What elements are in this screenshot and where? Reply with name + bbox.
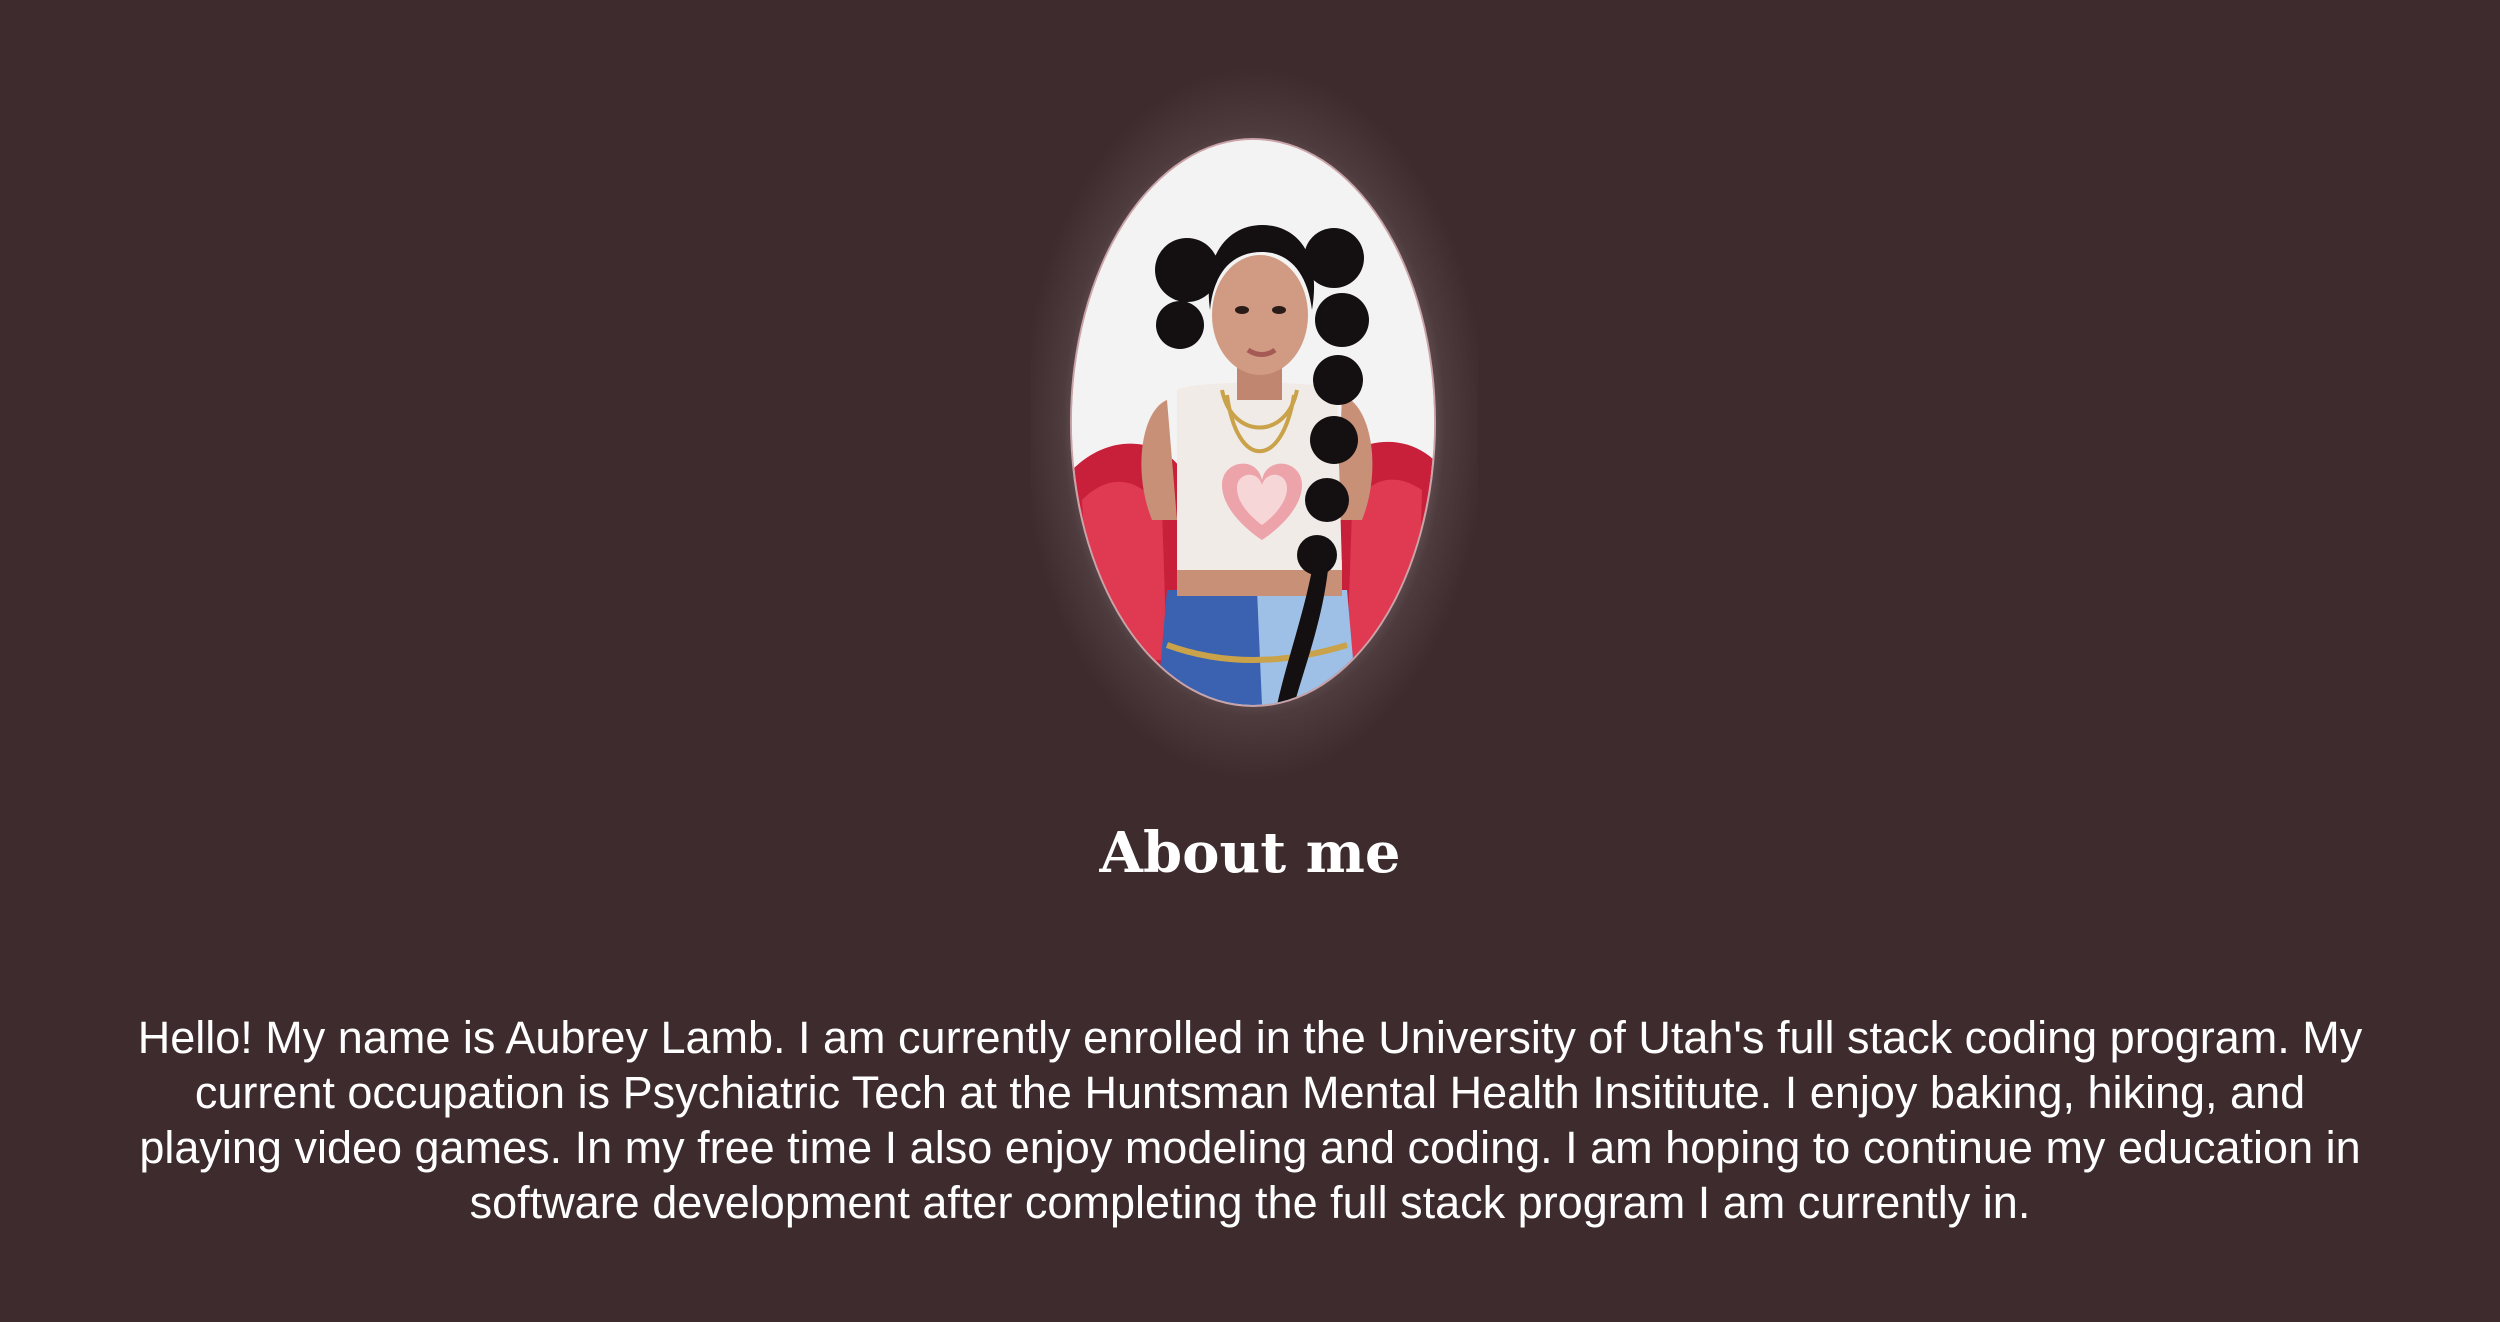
portrait-illustration bbox=[1072, 140, 1434, 705]
about-bio: Hello! My name is Aubrey Lamb. I am curr… bbox=[137, 1012, 2363, 1228]
about-heading: About me bbox=[1099, 820, 1401, 886]
profile-photo bbox=[1072, 140, 1434, 705]
